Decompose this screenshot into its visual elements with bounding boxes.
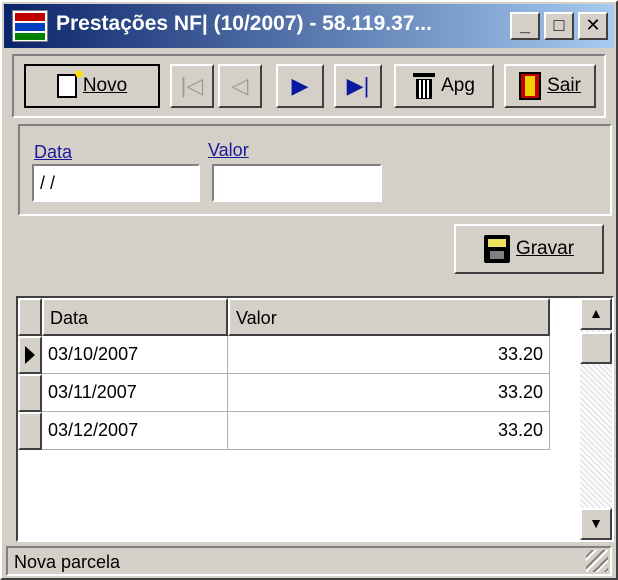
value-field-label: Valor	[208, 140, 249, 160]
maximize-button[interactable]: □	[544, 12, 574, 40]
previous-record-icon: ◁	[231, 73, 249, 98]
new-document-icon	[56, 68, 85, 98]
next-record-button[interactable]: ▶	[276, 64, 324, 108]
exit-button[interactable]: Sair	[504, 64, 596, 108]
last-record-button[interactable]: ▶|	[334, 64, 382, 108]
new-button[interactable]: Novo	[24, 64, 160, 108]
grid-header-indicator	[18, 298, 42, 336]
delete-button-label: Apg	[441, 75, 475, 96]
table-row-value[interactable]: 33.20	[228, 412, 550, 450]
first-record-button[interactable]: |◁	[170, 64, 214, 108]
table-row-value[interactable]: 33.20	[228, 374, 550, 412]
save-icon	[483, 235, 510, 263]
value-input[interactable]	[212, 164, 382, 202]
scroll-down-button[interactable]: ▼	[580, 508, 612, 540]
save-button[interactable]: Gravar	[454, 224, 604, 274]
scroll-up-button[interactable]: ▲	[580, 298, 612, 330]
exit-door-icon	[519, 72, 542, 100]
title-bar[interactable]: Prestações NF| (10/2007) - 58.119.37... …	[4, 4, 614, 48]
first-record-icon: |◁	[180, 73, 204, 98]
status-text: Nova parcela	[14, 552, 121, 572]
table-row-value[interactable]: 33.20	[228, 336, 550, 374]
table-row-date[interactable]: 03/12/2007	[42, 412, 228, 450]
row-indicator[interactable]	[18, 374, 42, 412]
previous-record-button[interactable]: ◁	[218, 64, 262, 108]
main-window: Prestações NF| (10/2007) - 58.119.37... …	[0, 0, 618, 580]
status-bar: Nova parcela	[6, 546, 612, 576]
column-header-value[interactable]: Valor	[228, 298, 550, 336]
window-title: Prestações NF| (10/2007) - 58.119.37...	[56, 12, 432, 35]
date-input[interactable]: / /	[32, 164, 200, 202]
toolbar: Novo |◁ ◁ ▶ ▶| Apg Sair	[12, 54, 606, 118]
entry-form-panel: Data / / Valor	[18, 124, 612, 216]
app-icon	[12, 10, 48, 42]
table-row-date[interactable]: 03/11/2007	[42, 374, 228, 412]
minimize-button[interactable]: _	[510, 12, 540, 40]
trash-icon	[413, 73, 436, 99]
delete-button[interactable]: Apg	[394, 64, 494, 108]
installments-grid[interactable]: Data Valor 03/10/2007 33.20 03/11/2007 3…	[16, 296, 614, 542]
vertical-scrollbar[interactable]: ▲ ▼	[580, 298, 612, 540]
row-indicator-current[interactable]	[18, 336, 42, 374]
close-button[interactable]: ✕	[578, 12, 608, 40]
new-button-label: Novo	[82, 75, 128, 96]
exit-button-label: Sair	[547, 75, 581, 96]
column-header-date[interactable]: Data	[42, 298, 228, 336]
next-record-icon: ▶	[291, 73, 309, 98]
table-row-date[interactable]: 03/10/2007	[42, 336, 228, 374]
row-indicator[interactable]	[18, 412, 42, 450]
date-field-label: Data	[34, 142, 73, 162]
save-button-label: Gravar	[515, 238, 575, 259]
scroll-thumb[interactable]	[580, 332, 612, 364]
resize-grip-icon[interactable]	[586, 550, 608, 572]
last-record-icon: ▶|	[346, 73, 370, 98]
